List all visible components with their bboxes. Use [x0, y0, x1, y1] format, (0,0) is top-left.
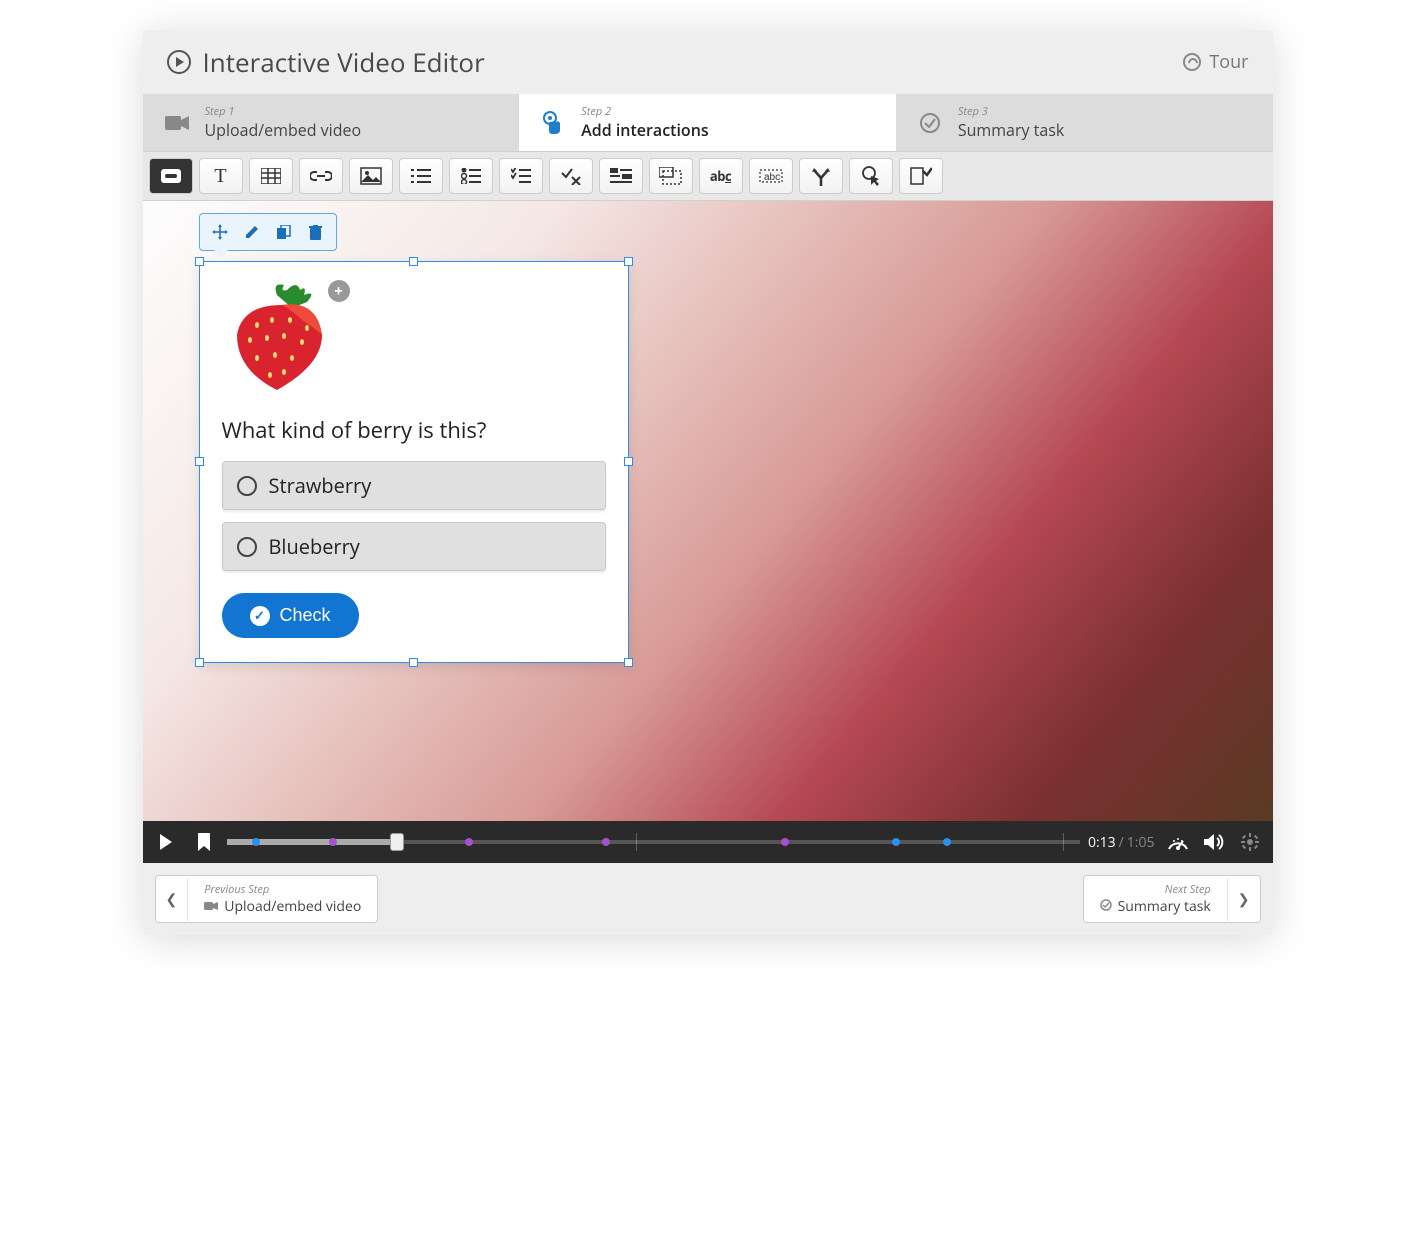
tool-table[interactable] — [249, 158, 293, 194]
tool-link[interactable] — [299, 158, 343, 194]
answer-option[interactable]: Blueberry — [222, 522, 606, 571]
tool-questionnaire[interactable] — [899, 158, 943, 194]
step-tab-summary[interactable]: Step 3 Summary task — [896, 94, 1273, 151]
time-display: 0:13 / 1:05 — [1088, 833, 1155, 852]
tool-mark-words[interactable]: abc — [699, 158, 743, 194]
compass-icon — [1183, 53, 1201, 71]
check-button[interactable]: ✓ Check — [222, 593, 359, 638]
touch-icon — [539, 109, 567, 137]
video-camera-icon — [163, 109, 191, 137]
play-icon — [160, 834, 172, 850]
resize-handle[interactable] — [409, 658, 418, 667]
svg-text:abc: abc — [764, 172, 780, 183]
tool-statements[interactable] — [399, 158, 443, 194]
tour-button[interactable]: Tour — [1183, 50, 1248, 74]
check-circle-icon — [1100, 898, 1112, 915]
settings-button[interactable] — [1235, 827, 1265, 857]
header-bar: Interactive Video Editor Tour — [143, 30, 1273, 94]
video-playbar: 0:13 / 1:05 — [143, 821, 1273, 863]
check-label: Check — [280, 605, 331, 626]
prev-step-button[interactable]: ❮ Previous Step Upload/embed video — [155, 875, 379, 923]
video-camera-icon — [204, 898, 218, 915]
radio-icon — [237, 476, 257, 496]
tool-drag-drop[interactable] — [649, 158, 693, 194]
video-canvas[interactable]: + What kind of berry is this? Strawberry… — [143, 201, 1273, 821]
question-image: + — [222, 280, 342, 395]
resize-handle[interactable] — [195, 658, 204, 667]
tour-label: Tour — [1209, 50, 1248, 74]
tool-crossroads[interactable] — [799, 158, 843, 194]
bookmark-button[interactable] — [189, 827, 219, 857]
check-circle-icon — [916, 109, 944, 137]
play-button[interactable] — [151, 827, 181, 857]
answer-option[interactable]: Strawberry — [222, 461, 606, 510]
tool-navigation-hotspot[interactable] — [849, 158, 893, 194]
nav-label: Previous Step — [204, 882, 361, 897]
app-title-text: Interactive Video Editor — [203, 44, 485, 80]
option-label: Strawberry — [269, 472, 372, 499]
tool-true-false[interactable] — [549, 158, 593, 194]
strawberry-icon — [222, 280, 342, 395]
tool-multiple-choice[interactable] — [499, 158, 543, 194]
resize-handle[interactable] — [624, 658, 633, 667]
app-window: Interactive Video Editor Tour Step 1 Upl… — [143, 30, 1273, 935]
move-button[interactable] — [204, 218, 236, 246]
interaction-card[interactable]: + What kind of berry is this? Strawberry… — [199, 261, 629, 663]
step-label: Step 3 — [958, 104, 1064, 119]
add-image-button[interactable]: + — [328, 280, 350, 302]
step-label: Step 1 — [205, 104, 362, 119]
step-name: Add interactions — [581, 119, 708, 141]
nav-label: Next Step — [1100, 882, 1211, 897]
footer-nav: ❮ Previous Step Upload/embed video Next … — [143, 863, 1273, 935]
resize-handle[interactable] — [195, 457, 204, 466]
timeline-handle[interactable] — [390, 833, 404, 851]
app-title: Interactive Video Editor — [167, 44, 1184, 80]
chevron-left-icon: ❮ — [156, 878, 189, 921]
delete-button[interactable] — [300, 218, 332, 246]
playback-rate-button[interactable] — [1163, 827, 1193, 857]
nav-name: Summary task — [1100, 897, 1211, 916]
tool-image[interactable] — [349, 158, 393, 194]
copy-button[interactable] — [268, 218, 300, 246]
selection-context-toolbar — [199, 213, 337, 251]
check-circle-icon: ✓ — [250, 606, 270, 626]
resize-handle[interactable] — [409, 257, 418, 266]
tool-drag-text[interactable]: abc — [749, 158, 793, 194]
play-circle-icon — [167, 50, 191, 74]
tool-fill-blanks[interactable] — [599, 158, 643, 194]
timeline-marker[interactable] — [329, 838, 337, 846]
volume-button[interactable] — [1199, 827, 1229, 857]
timeline[interactable] — [227, 827, 1080, 857]
duration: 1:05 — [1127, 833, 1155, 852]
resize-handle[interactable] — [624, 457, 633, 466]
tool-label-button[interactable] — [149, 158, 193, 194]
time-separator: / — [1119, 833, 1124, 852]
resize-handle[interactable] — [624, 257, 633, 266]
chevron-right-icon: ❯ — [1227, 878, 1260, 921]
steps-tabs: Step 1 Upload/embed video Step 2 Add int… — [143, 94, 1273, 151]
option-label: Blueberry — [269, 533, 360, 560]
step-name: Summary task — [958, 119, 1064, 141]
step-name: Upload/embed video — [205, 119, 362, 141]
nav-name: Upload/embed video — [204, 897, 361, 916]
tool-text[interactable]: T — [199, 158, 243, 194]
question-text: What kind of berry is this? — [222, 415, 606, 445]
interaction-toolbar: T abc abc — [143, 151, 1273, 201]
timeline-marker[interactable] — [602, 838, 610, 846]
next-step-button[interactable]: Next Step Summary task ❯ — [1083, 875, 1261, 923]
tool-single-choice[interactable] — [449, 158, 493, 194]
radio-icon — [237, 537, 257, 557]
step-tab-interactions[interactable]: Step 2 Add interactions — [519, 94, 896, 151]
resize-handle[interactable] — [195, 257, 204, 266]
edit-button[interactable] — [236, 218, 268, 246]
current-time: 0:13 — [1088, 833, 1116, 852]
step-label: Step 2 — [581, 104, 708, 119]
step-tab-upload[interactable]: Step 1 Upload/embed video — [143, 94, 520, 151]
